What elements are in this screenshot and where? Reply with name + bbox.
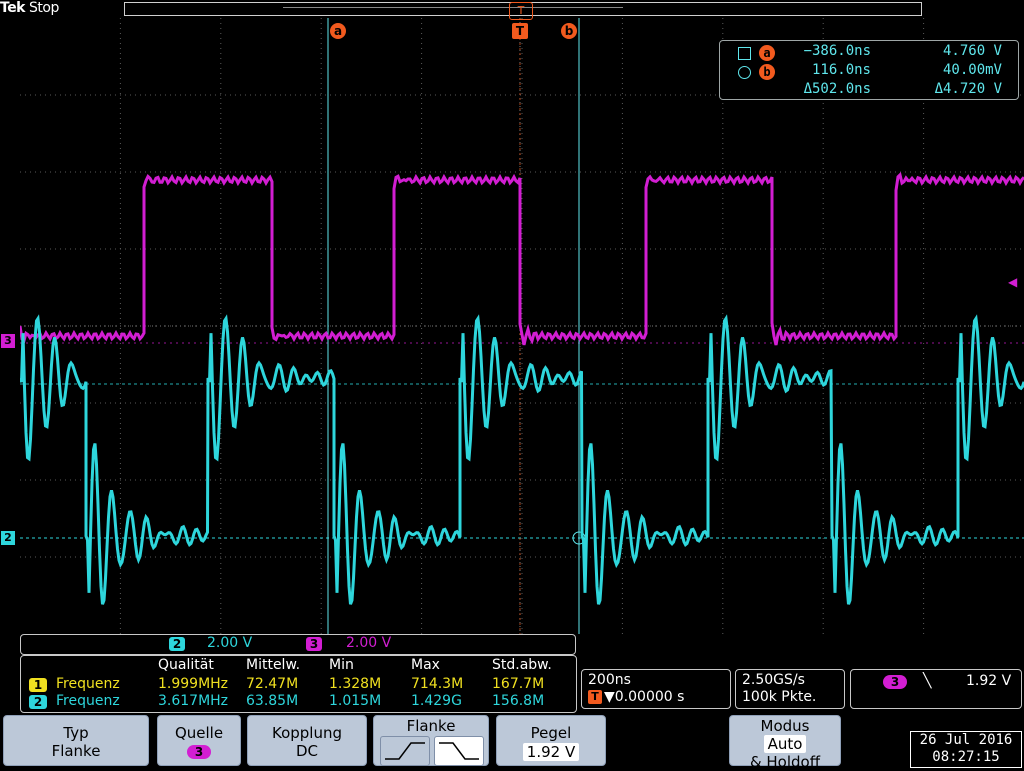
trigger-level: 1.92 V xyxy=(966,673,1012,689)
trigger-position-marker[interactable]: T xyxy=(512,23,528,39)
rising-edge-icon xyxy=(385,742,425,760)
softkey-value: 1.92 V xyxy=(522,743,580,761)
cursor-delta-time: Δ502.0ns xyxy=(803,81,871,97)
trigger-source-chip: 3 xyxy=(883,675,907,689)
ch2-chip: 2 xyxy=(29,695,47,709)
rising-edge-option[interactable] xyxy=(380,736,430,766)
softkey-value: DC xyxy=(295,742,319,760)
cursor-a-readout-badge: a xyxy=(759,45,775,61)
cursor-readout-panel: a −386.0ns 4.760 V b 116.0ns 40.00mV Δ50… xyxy=(719,40,1019,100)
circle-icon xyxy=(738,66,751,79)
softkey-slope[interactable]: Flanke xyxy=(373,715,489,766)
cursor-a-value: 4.760 V xyxy=(942,43,1002,59)
softkey-coupling[interactable]: Kopplung DC xyxy=(247,715,367,766)
measurement-mean: 72.47M xyxy=(246,676,299,692)
falling-edge-option[interactable] xyxy=(434,736,484,766)
time-per-division: 200ns xyxy=(588,672,631,688)
measurement-name: Frequenz xyxy=(56,676,120,692)
measurement-row[interactable]: 1 Frequenz 1.999MHz 72.47M 1.328M 714.3M… xyxy=(21,676,576,694)
trigger-info-box[interactable]: 3 ╲ 1.92 V xyxy=(850,669,1022,709)
measurement-stddev: 156.8M xyxy=(492,693,545,709)
softkey-label: Quelle xyxy=(174,724,224,742)
cursor-b-row: b 116.0ns 40.00mV xyxy=(720,62,1018,80)
softkey-extra: & Holdoff xyxy=(749,753,821,771)
horizontal-timebase-box[interactable]: 200ns T ▼0.00000 s xyxy=(581,669,731,709)
ch3-offset-marker[interactable]: 3 xyxy=(1,334,15,348)
measurement-max: 1.429G xyxy=(411,693,462,709)
time: 08:27:15 xyxy=(932,749,1000,765)
cursor-a-badge[interactable]: a xyxy=(330,23,346,39)
ch2-scale: 2.00 V xyxy=(207,635,253,651)
cursor-b-value: 40.00mV xyxy=(942,62,1002,78)
acquisition-status: Stop xyxy=(29,0,59,16)
cursor-a-time: −386.0ns xyxy=(803,43,871,59)
column-header: Qualität xyxy=(158,657,214,673)
cursor-delta-value: Δ4.720 V xyxy=(934,81,1002,97)
trigger-delay: ▼0.00000 s xyxy=(604,689,685,705)
column-header: Min xyxy=(329,657,354,673)
trigger-record-marker-icon: T xyxy=(509,2,533,20)
square-icon xyxy=(738,47,751,60)
brand-status: Tek Stop xyxy=(0,0,59,16)
measurement-name: Frequenz xyxy=(56,693,120,709)
cursor-b-readout-badge: b xyxy=(759,64,775,80)
ch2-waveform xyxy=(20,314,1024,605)
softkey-mode[interactable]: Modus Auto & Holdoff xyxy=(729,715,841,771)
softkey-label: Typ xyxy=(63,724,89,742)
ch3-waveform xyxy=(20,172,1024,346)
softkey-source[interactable]: Quelle 3 xyxy=(157,715,241,766)
measurement-max: 714.3M xyxy=(411,676,464,692)
record-length: 100k Pkte. xyxy=(742,689,817,705)
measurement-row[interactable]: 2 Frequenz 3.617MHz 63.85M 1.015M 1.429G… xyxy=(21,693,576,711)
softkey-level[interactable]: Pegel 1.92 V xyxy=(496,715,606,766)
cursor-a-row: a −386.0ns 4.760 V xyxy=(720,43,1018,61)
softkey-value: Auto xyxy=(763,735,807,753)
ch2-offset-marker[interactable]: 2 xyxy=(1,531,15,545)
waveform-display[interactable] xyxy=(20,18,1024,634)
measurement-value: 1.999MHz xyxy=(158,676,229,692)
measurement-mean: 63.85M xyxy=(246,693,299,709)
falling-edge-icon: ╲ xyxy=(923,673,932,689)
cursor-b-time: 116.0ns xyxy=(811,62,871,78)
ch3-scale: 2.00 V xyxy=(346,635,392,651)
measurement-stddev: 167.7M xyxy=(492,676,545,692)
cursor-b-badge[interactable]: b xyxy=(561,23,577,39)
softkey-label: Kopplung xyxy=(271,724,342,742)
sample-rate: 2.50GS/s xyxy=(742,672,805,688)
softkey-label: Pegel xyxy=(530,724,572,742)
falling-edge-icon xyxy=(439,742,479,760)
date-time-display: 26 Jul 2016 08:27:15 xyxy=(910,731,1022,768)
measurement-value: 3.617MHz xyxy=(158,693,229,709)
column-header: Std.abw. xyxy=(492,657,552,673)
column-header: Max xyxy=(411,657,440,673)
trigger-level-arrow-icon: ◀ xyxy=(1008,275,1018,289)
measurement-min: 1.328M xyxy=(329,676,382,692)
column-header: Mittelw. xyxy=(246,657,301,673)
date: 26 Jul 2016 xyxy=(919,732,1013,748)
softkey-label: Modus xyxy=(760,717,810,735)
softkey-type[interactable]: Typ Flanke xyxy=(3,715,149,766)
softkey-label: Flanke xyxy=(406,717,456,735)
brand-logo: Tek xyxy=(0,0,26,16)
softkey-value: 3 xyxy=(187,745,211,759)
channel-scale-strip: 2 2.00 V 3 2.00 V xyxy=(20,634,576,655)
cursor-delta-row: Δ502.0ns Δ4.720 V xyxy=(720,81,1018,99)
graticule xyxy=(20,18,1024,634)
measurement-min: 1.015M xyxy=(329,693,382,709)
ch3-scale-chip[interactable]: 3 xyxy=(306,637,322,651)
trigger-position-icon: T xyxy=(588,690,602,704)
softkey-value: Flanke xyxy=(51,742,101,760)
ch2-scale-chip[interactable]: 2 xyxy=(169,637,185,651)
measurement-table: Qualität Mittelw. Min Max Std.abw. 1 Fre… xyxy=(20,655,577,713)
record-view-window xyxy=(283,7,623,8)
acquisition-box[interactable]: 2.50GS/s 100k Pkte. xyxy=(735,669,845,709)
ch1-chip: 1 xyxy=(29,678,47,692)
